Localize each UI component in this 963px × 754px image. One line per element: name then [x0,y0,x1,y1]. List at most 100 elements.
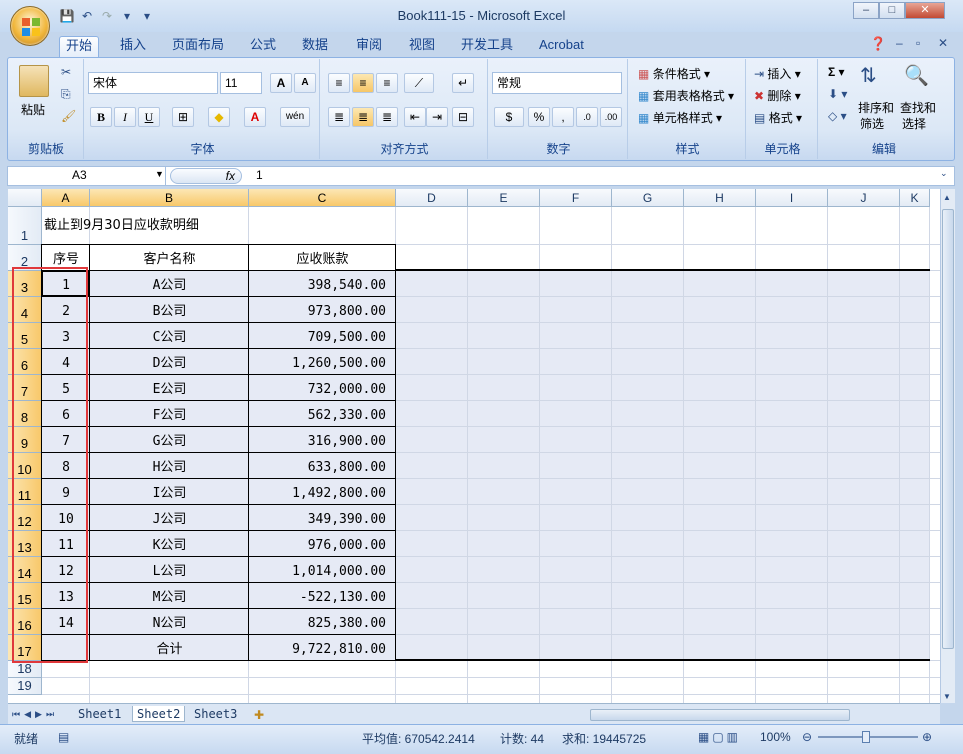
name-box-dropdown-icon[interactable]: ▼ [155,169,164,179]
borders-icon[interactable]: ⊞ [172,107,194,127]
autosum-icon[interactable]: Σ ▾ [828,65,845,79]
orientation-icon[interactable]: ⟋ [404,73,434,93]
fill-icon[interactable]: ⬇ ▾ [828,87,847,101]
wrap-text-icon[interactable]: ↵ [452,73,474,93]
bold-icon[interactable]: B [90,107,112,127]
percent-icon[interactable]: % [528,107,550,127]
scroll-up-icon[interactable]: ▲ [943,193,951,202]
select-all-corner[interactable] [8,189,42,207]
cell-customer[interactable]: L公司 [90,557,249,583]
increase-decimal-icon[interactable]: .0 [576,107,598,127]
fill-color-icon[interactable]: ◆ [208,107,230,127]
cell-amount[interactable]: 732,000.00 [249,375,396,401]
tab-home[interactable]: 开始 [59,36,100,58]
column-header[interactable]: D [396,189,468,207]
increase-indent-icon[interactable]: ⇥ [426,107,448,127]
copy-icon[interactable]: ⎘ [61,87,71,102]
currency-icon[interactable]: $ [494,107,524,127]
format-cells-button[interactable]: ▤ 格式 ▾ [754,109,802,126]
number-format-select[interactable]: 常规 [492,72,622,94]
paste-icon[interactable] [19,65,49,97]
column-header[interactable]: A [42,189,90,207]
conditional-format-button[interactable]: ▦ 条件格式 ▾ [638,65,710,82]
tab-formulas[interactable]: 公式 [244,36,282,58]
tab-view[interactable]: 视图 [403,36,441,58]
sheet-tab-2[interactable]: Sheet2 [132,706,186,722]
cell-amount[interactable]: 709,500.00 [249,323,396,349]
cell-header[interactable]: 客户名称 [90,245,249,271]
cell-amount[interactable]: 976,000.00 [249,531,396,557]
grow-font-icon[interactable]: A [270,73,292,93]
cell-amount[interactable]: -522,130.00 [249,583,396,609]
find-select-icon[interactable]: 🔍 [904,63,929,88]
italic-icon[interactable]: I [114,107,136,127]
comma-icon[interactable]: , [552,107,574,127]
align-middle-icon[interactable]: ≡ [352,73,374,93]
cell-customer[interactable]: F公司 [90,401,249,427]
cut-icon[interactable]: ✂ [61,65,71,79]
sort-filter-label[interactable]: 排序和 [858,99,894,116]
minimize-button[interactable]: – [853,2,879,19]
underline-icon[interactable]: U [138,107,160,127]
cell-customer[interactable]: M公司 [90,583,249,609]
cell-customer[interactable]: E公司 [90,375,249,401]
cell-amount[interactable]: 1,014,000.00 [249,557,396,583]
row-header[interactable]: 18 [8,661,42,678]
cell-title[interactable]: 截止到9月30日应收款明细 [42,207,342,245]
macro-record-icon[interactable]: ▤ [58,730,69,744]
sort-filter-label-2[interactable]: 筛选 [860,115,884,132]
cell-customer[interactable]: J公司 [90,505,249,531]
merge-center-icon[interactable]: ⊟ [452,107,474,127]
column-header[interactable]: I [756,189,828,207]
cell-amount[interactable]: 398,540.00 [249,271,396,297]
cell-customer[interactable]: C公司 [90,323,249,349]
zoom-slider-thumb[interactable] [862,731,870,743]
align-center-icon[interactable]: ≣ [352,107,374,127]
cell-customer[interactable]: D公司 [90,349,249,375]
align-top-icon[interactable]: ≡ [328,73,350,93]
tab-data[interactable]: 数据 [296,36,334,58]
find-select-label[interactable]: 查找和 [900,99,936,116]
cell-amount[interactable]: 825,380.00 [249,609,396,635]
decrease-indent-icon[interactable]: ⇤ [404,107,426,127]
cell-customer[interactable]: G公司 [90,427,249,453]
cell-customer[interactable]: N公司 [90,609,249,635]
name-box[interactable]: A3 [8,167,166,185]
find-select-label-2[interactable]: 选择 [902,115,926,132]
column-header[interactable]: E [468,189,540,207]
align-right-icon[interactable]: ≣ [376,107,398,127]
row-header[interactable]: 1 [8,207,42,245]
worksheet-grid[interactable]: A B C D E F G H I J K 1 2 3 4 5 6 7 8 9 10 11 12 13 14 15 16 17 18 19… [8,189,940,703]
doc-minimize-icon[interactable]: – [896,36,903,50]
column-header[interactable]: J [828,189,900,207]
tab-developer[interactable]: 开发工具 [455,36,519,58]
zoom-level[interactable]: 100% [760,730,791,744]
sheet-tab-1[interactable]: Sheet1 [74,706,125,722]
clear-icon[interactable]: ◇ ▾ [828,109,847,123]
decrease-decimal-icon[interactable]: .00 [600,107,622,127]
close-button[interactable]: ✕ [905,2,945,19]
column-header[interactable]: G [612,189,684,207]
cell-amount[interactable]: 973,800.00 [249,297,396,323]
insert-function-icon[interactable]: fx [170,168,242,184]
horizontal-scroll-thumb[interactable] [590,709,850,721]
column-header[interactable]: C [249,189,396,207]
maximize-button[interactable]: □ [879,2,905,19]
cell-total-value[interactable]: 9,722,810.00 [249,635,396,661]
help-icon[interactable]: ❓ [870,36,886,52]
expand-formula-icon[interactable]: ⌄ [940,168,948,179]
row-header[interactable]: 19 [8,678,42,695]
cell-customer[interactable]: H公司 [90,453,249,479]
cell-amount[interactable]: 1,492,800.00 [249,479,396,505]
office-button[interactable] [10,6,50,46]
cell-customer[interactable]: K公司 [90,531,249,557]
font-color-icon[interactable]: A [244,107,266,127]
tab-acrobat[interactable]: Acrobat [533,36,590,58]
tab-review[interactable]: 审阅 [350,36,388,58]
paste-button[interactable]: 粘贴 [21,101,45,118]
zoom-in-icon[interactable]: ⊕ [922,730,932,744]
font-size-select[interactable]: 11 [220,72,262,94]
cell-amount[interactable]: 1,260,500.00 [249,349,396,375]
insert-cells-button[interactable]: ⇥ 插入 ▾ [754,65,801,82]
doc-restore-icon[interactable]: ▫ [916,36,920,50]
